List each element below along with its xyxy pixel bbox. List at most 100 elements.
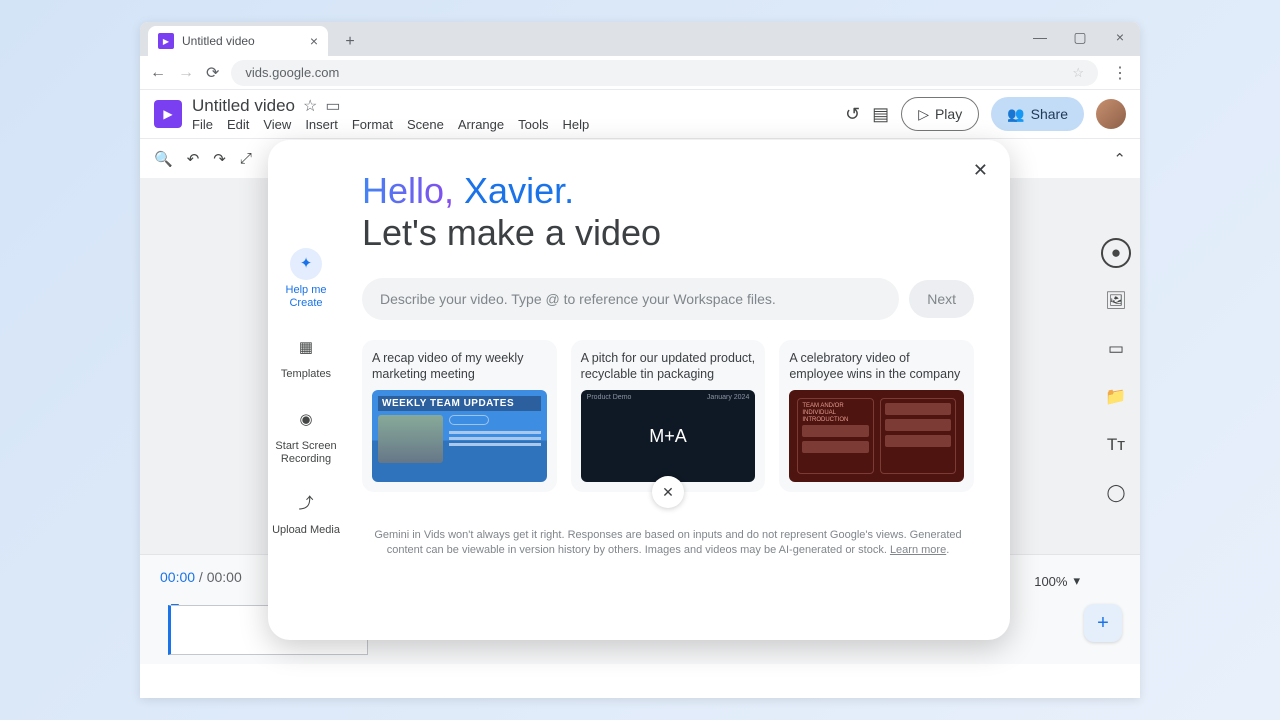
time-sep: / xyxy=(195,569,207,585)
play-label: Play xyxy=(935,106,962,122)
menu-format[interactable]: Format xyxy=(352,117,393,132)
share-button[interactable]: 👥 Share xyxy=(991,97,1084,131)
zoom-indicator[interactable]: 100% ▾ xyxy=(1034,573,1080,589)
thumb-corner-left: Product Demo xyxy=(587,394,632,401)
thumb-header: WEEKLY TEAM UPDATES xyxy=(378,396,541,411)
folder-rail-icon[interactable]: 📁 xyxy=(1101,382,1131,412)
close-tab-icon[interactable]: × xyxy=(310,33,318,49)
star-icon[interactable]: ☆ xyxy=(303,96,317,116)
chevron-down-icon: ▾ xyxy=(1073,573,1080,589)
nav-label: Upload Media xyxy=(272,524,340,537)
disclaimer-text: Gemini in Vids won't always get it right… xyxy=(374,529,961,556)
time-display: 00:00 / 00:00 xyxy=(160,569,242,585)
close-modal-icon[interactable]: ✕ xyxy=(973,160,988,181)
greeting-line1: Hello, Xavier. xyxy=(362,170,974,212)
record-rail-icon[interactable]: ● xyxy=(1101,238,1131,268)
disclaimer: Gemini in Vids won't always get it right… xyxy=(362,528,974,559)
suggestion-card[interactable]: A pitch for our updated product, recycla… xyxy=(571,340,766,492)
vids-logo-icon[interactable] xyxy=(154,100,182,128)
learn-more-link[interactable]: Learn more xyxy=(890,544,946,556)
menu-insert[interactable]: Insert xyxy=(305,117,338,132)
move-folder-icon[interactable]: ▭ xyxy=(325,96,340,116)
nav-upload[interactable]: ⤴ Upload Media xyxy=(272,488,340,537)
comment-icon[interactable]: ▤ xyxy=(872,104,889,125)
user-avatar[interactable] xyxy=(1096,99,1126,129)
next-label: Next xyxy=(927,291,956,307)
nav-label: Start Screen Recording xyxy=(268,440,344,466)
redo-icon[interactable]: ↷ xyxy=(213,150,226,168)
reload-icon[interactable]: ⟳ xyxy=(206,63,219,83)
next-button[interactable]: Next xyxy=(909,280,974,318)
thumb-text: M+A xyxy=(649,426,687,447)
history-icon[interactable]: ↺ xyxy=(845,104,860,125)
url-text: vids.google.com xyxy=(245,65,339,80)
card-title: A recap video of my weekly marketing mee… xyxy=(372,350,547,384)
menu-file[interactable]: File xyxy=(192,117,213,132)
menu-view[interactable]: View xyxy=(263,117,291,132)
zoom-value: 100% xyxy=(1034,574,1067,589)
card-thumbnail: WEEKLY TEAM UPDATES xyxy=(372,390,547,482)
play-icon: ▷ xyxy=(918,106,929,123)
shape-rail-icon[interactable]: ◯ xyxy=(1101,478,1131,508)
prompt-row: Describe your video. Type @ to reference… xyxy=(362,278,974,320)
play-button[interactable]: ▷ Play xyxy=(901,97,979,131)
menu-arrange[interactable]: Arrange xyxy=(458,117,504,132)
document-title[interactable]: Untitled video xyxy=(192,96,295,116)
minimize-icon[interactable]: — xyxy=(1020,22,1060,52)
zoom-tool-icon[interactable]: ⤢ xyxy=(240,150,252,167)
forward-icon[interactable]: → xyxy=(178,64,194,82)
maximize-icon[interactable]: ▢ xyxy=(1060,22,1100,52)
card-thumbnail: TEAM AND/OR INDIVIDUAL INTRODUCTION xyxy=(789,390,964,482)
thumb-corner-right: January 2024 xyxy=(707,394,749,401)
help-create-modal: ✦ Help me Create ▦ Templates ◉ Start Scr… xyxy=(268,140,1010,640)
address-bar: ← → ⟳ vids.google.com ☆ ⋮ xyxy=(140,56,1140,90)
add-scene-button[interactable]: + xyxy=(1084,604,1122,642)
search-icon[interactable]: 🔍 xyxy=(154,150,173,168)
menu-help[interactable]: Help xyxy=(562,117,589,132)
share-label: Share xyxy=(1031,106,1068,122)
undo-icon[interactable]: ↶ xyxy=(187,150,200,168)
modal-sidebar: ✦ Help me Create ▦ Templates ◉ Start Scr… xyxy=(268,140,344,640)
greeting-name: Xavier. xyxy=(464,170,574,211)
time-duration: 00:00 xyxy=(207,569,242,585)
window-controls: — ▢ × xyxy=(1020,22,1140,52)
sparkle-icon: ✦ xyxy=(290,248,322,280)
card-title: A pitch for our updated product, recycla… xyxy=(581,350,756,384)
back-icon[interactable]: ← xyxy=(150,64,166,82)
menu-scene[interactable]: Scene xyxy=(407,117,444,132)
suggestion-card[interactable]: A recap video of my weekly marketing mee… xyxy=(362,340,557,492)
suggestion-cards: A recap video of my weekly marketing mee… xyxy=(362,340,974,492)
url-input[interactable]: vids.google.com ☆ xyxy=(231,60,1098,86)
shuffle-button[interactable]: ✕ xyxy=(652,476,684,508)
nav-templates[interactable]: ▦ Templates xyxy=(281,332,331,381)
new-tab-button[interactable]: + xyxy=(336,28,364,56)
card-thumbnail: Product Demo January 2024 M+A xyxy=(581,390,756,482)
tab-title: Untitled video xyxy=(182,34,255,48)
suggestion-card[interactable]: A celebratory video of employee wins in … xyxy=(779,340,974,492)
templates-icon: ▦ xyxy=(290,332,322,364)
media-rail-icon[interactable]: 🖼 xyxy=(1101,286,1131,316)
bookmark-star-icon[interactable]: ☆ xyxy=(1072,65,1084,81)
right-rail: ● 🖼 ▭ 📁 Tт ◯ xyxy=(1092,178,1140,554)
card-title: A celebratory video of employee wins in … xyxy=(789,350,964,384)
app-header: Untitled video ☆ ▭ File Edit View Insert… xyxy=(140,90,1140,138)
tab-bar: Untitled video × + — ▢ × xyxy=(140,22,1140,56)
menu-edit[interactable]: Edit xyxy=(227,117,249,132)
nav-label: Help me Create xyxy=(268,284,344,310)
prompt-input[interactable]: Describe your video. Type @ to reference… xyxy=(362,278,899,320)
modal-main: ✕ Hello, Xavier. Let's make a video Desc… xyxy=(344,140,1010,640)
nav-label: Templates xyxy=(281,368,331,381)
people-icon: 👥 xyxy=(1007,106,1024,123)
upload-icon: ⤴ xyxy=(290,488,322,520)
nav-record[interactable]: ◉ Start Screen Recording xyxy=(268,404,344,466)
browser-tab[interactable]: Untitled video × xyxy=(148,26,328,56)
collapse-toolbar-icon[interactable]: ⌃ xyxy=(1113,150,1126,168)
text-rail-icon[interactable]: Tт xyxy=(1101,430,1131,460)
nav-help-create[interactable]: ✦ Help me Create xyxy=(268,248,344,310)
browser-menu-icon[interactable]: ⋮ xyxy=(1110,63,1130,83)
thumb-text: TEAM AND/OR INDIVIDUAL INTRODUCTION xyxy=(802,403,848,423)
time-current: 00:00 xyxy=(160,569,195,585)
close-window-icon[interactable]: × xyxy=(1100,22,1140,52)
menu-tools[interactable]: Tools xyxy=(518,117,548,132)
scene-rail-icon[interactable]: ▭ xyxy=(1101,334,1131,364)
